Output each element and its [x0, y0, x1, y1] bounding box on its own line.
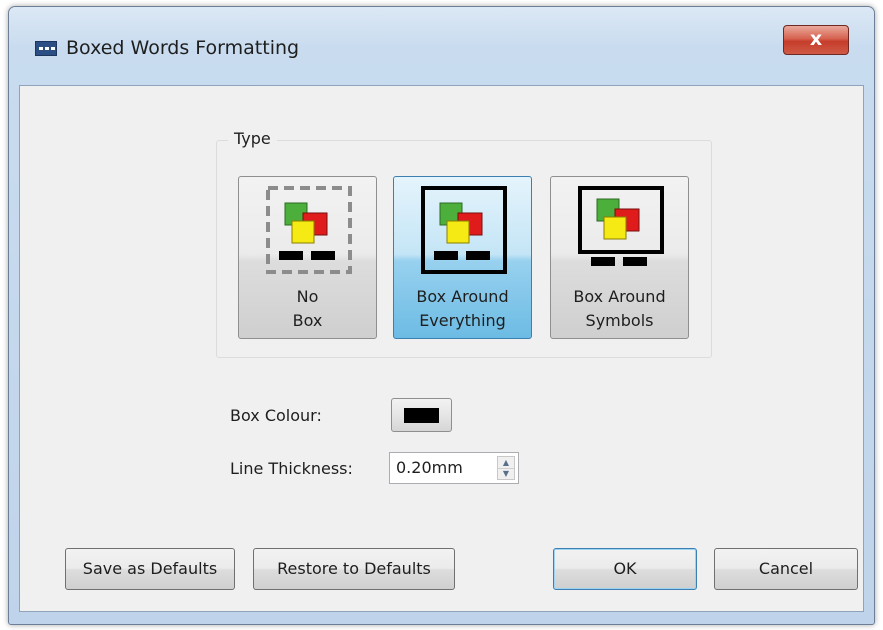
dialog-window: Boxed Words Formatting x Type No Box Box… [8, 6, 875, 625]
restore-to-defaults-button[interactable]: Restore to Defaults [253, 548, 455, 590]
type-option-label: No Box [292, 287, 323, 330]
type-option-label: Box Around Symbols [573, 287, 666, 330]
ok-button[interactable]: OK [553, 548, 697, 590]
line-thickness-label: Line Thickness: [230, 459, 353, 478]
line-thickness-spinbox[interactable]: 0.20mm ▲ ▼ [389, 452, 519, 484]
no-box-icon [266, 186, 352, 274]
window-title: Boxed Words Formatting [66, 37, 300, 59]
cancel-button[interactable]: Cancel [714, 548, 858, 590]
line-thickness-value[interactable]: 0.20mm [396, 458, 463, 477]
type-group-label: Type [228, 129, 277, 148]
app-icon [35, 41, 57, 56]
title-bar[interactable]: Boxed Words Formatting x [9, 7, 874, 87]
box-colour-label: Box Colour: [230, 406, 322, 425]
dialog-body: Type No Box Box Around Everything Box Ar… [19, 85, 864, 612]
type-option-box-around-everything[interactable]: Box Around Everything [393, 176, 532, 339]
type-option-label: Box Around Everything [416, 287, 509, 330]
type-option-no-box[interactable]: No Box [238, 176, 377, 339]
close-button[interactable]: x [783, 25, 849, 55]
type-option-box-around-symbols[interactable]: Box Around Symbols [550, 176, 689, 339]
box-colour-swatch [404, 408, 439, 423]
spin-buttons[interactable]: ▲ ▼ [497, 456, 515, 480]
box-colour-button[interactable] [391, 398, 452, 432]
box-around-symbols-icon [578, 186, 664, 266]
spin-down-icon[interactable]: ▼ [498, 468, 514, 479]
box-around-everything-icon [421, 186, 507, 274]
save-as-defaults-button[interactable]: Save as Defaults [65, 548, 235, 590]
